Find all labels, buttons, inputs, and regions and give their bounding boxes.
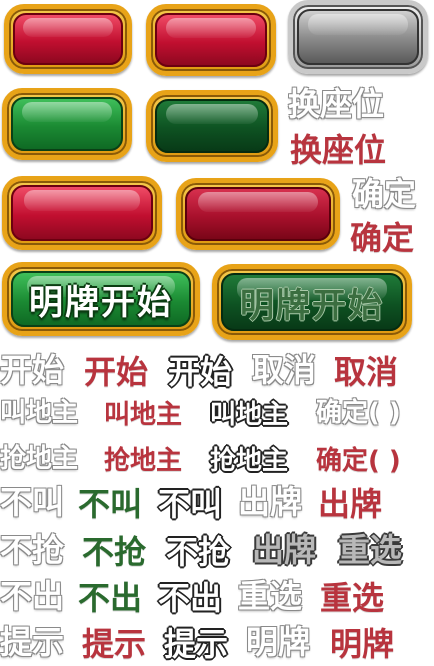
- call-landlord-dark-text: 叫地主: [210, 400, 289, 430]
- red-button-2[interactable]: [146, 4, 276, 76]
- confirm-outline-text: 确定: [352, 175, 417, 213]
- hint-outline-text: 提示: [0, 623, 65, 661]
- confirm-paren-outline-text: 确定( ): [316, 398, 401, 428]
- hint-red-text: 提示: [82, 625, 147, 663]
- dark-red-button[interactable]: [176, 178, 340, 250]
- grab-landlord-outline-text: 抢地主: [0, 444, 79, 474]
- play-cards-red-text: 出牌: [318, 485, 383, 523]
- change-seat-outline-text: 换座位: [288, 85, 385, 123]
- red-button-3-face: [11, 185, 153, 241]
- play-cards-outline-text: 出牌: [238, 483, 303, 521]
- dark-green-button[interactable]: [146, 90, 278, 162]
- start-show-cards-disabled-label: 明牌开始: [240, 285, 384, 326]
- red-button-1[interactable]: [4, 4, 132, 74]
- reselect-outline-text: 重选: [238, 577, 303, 615]
- start-red-text: 开始: [84, 353, 149, 391]
- call-landlord-outline-text: 叫地主: [0, 398, 79, 428]
- start-show-cards-button[interactable]: 明牌开始: [2, 262, 200, 336]
- no-grab-outline-text: 不抢: [0, 531, 65, 569]
- pass-green-text: 不出: [78, 579, 143, 617]
- start-outline-text: 开始: [0, 351, 65, 389]
- play-cards-dark-text: 出牌: [252, 531, 317, 569]
- grab-landlord-dark-text: 抢地主: [210, 446, 289, 476]
- start-dark-text: 开始: [168, 353, 233, 391]
- pass-dark-text: 不出: [158, 579, 223, 617]
- start-show-cards-button-disabled-face: 明牌开始: [221, 273, 403, 331]
- gray-button-face: [297, 9, 419, 65]
- start-show-cards-label: 明牌开始: [29, 282, 173, 323]
- grab-landlord-red-text: 抢地主: [104, 446, 183, 476]
- gray-button[interactable]: [288, 0, 428, 74]
- no-call-green-text: 不叫: [78, 485, 143, 523]
- change-seat-red-text: 换座位: [290, 131, 387, 169]
- no-grab-dark-text: 不抢: [166, 533, 231, 571]
- green-button[interactable]: [2, 88, 132, 160]
- cancel-red-text: 取消: [334, 353, 399, 391]
- red-button-3[interactable]: [2, 176, 162, 250]
- no-call-dark-text: 不叫: [158, 485, 223, 523]
- confirm-paren-red-text: 确定( ): [316, 446, 401, 476]
- pass-outline-text: 不出: [0, 577, 65, 615]
- start-show-cards-button-face: 明牌开始: [11, 271, 191, 327]
- dark-green-button-face: [155, 99, 269, 153]
- dark-red-button-face: [185, 187, 331, 241]
- show-cards-outline-text: 明牌: [246, 623, 311, 661]
- reselect-red-text: 重选: [320, 579, 385, 617]
- no-grab-green-text: 不抢: [82, 533, 147, 571]
- show-cards-red-text: 明牌: [330, 625, 395, 663]
- start-show-cards-button-disabled[interactable]: 明牌开始: [212, 264, 412, 340]
- red-button-1-face: [13, 13, 123, 65]
- confirm-red-text: 确定: [350, 219, 415, 257]
- call-landlord-red-text: 叫地主: [104, 400, 183, 430]
- cancel-outline-text: 取消: [252, 351, 317, 389]
- hint-dark-text: 提示: [164, 625, 229, 663]
- no-call-outline-text: 不叫: [0, 483, 65, 521]
- reselect-dark-text: 重选: [338, 531, 403, 569]
- green-button-face: [11, 97, 123, 151]
- red-button-2-face: [155, 13, 267, 67]
